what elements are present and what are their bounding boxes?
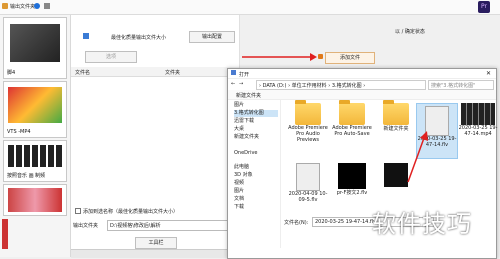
menu-icon[interactable] xyxy=(44,3,50,9)
film-strip-icon xyxy=(8,145,62,167)
film-reel-icon xyxy=(10,24,60,62)
nav-item-selected[interactable]: 3.格式转化图 xyxy=(234,110,278,117)
nav-item-onedrive[interactable]: OneDrive xyxy=(234,150,258,157)
file-name: Adobe Premiere Pro Auto-Save xyxy=(332,125,372,137)
file-name: 2020-04-09 10-09-5.flv xyxy=(288,191,328,203)
quality-icon xyxy=(83,33,89,39)
refresh-icon[interactable] xyxy=(34,3,40,9)
search-placeholder: 搜索"3.格式转化图" xyxy=(431,83,476,89)
file-item[interactable]: 2020-03-25 19-47-14.mp4 xyxy=(458,103,498,137)
address-row: ← → › DATA (D:) › 单位工作用材料 › 3.格式转化图 › 搜索… xyxy=(228,79,496,90)
file-item[interactable]: 2020-04-09 10-09-5.flv xyxy=(288,163,328,203)
toolbar-button[interactable]: 工具栏 xyxy=(135,237,177,249)
nav-item[interactable]: 下载 xyxy=(234,204,244,211)
right-panel-header: 以 / 确定状态 xyxy=(395,29,425,35)
main-panel: 最佳化质量输出文件大小 输出配置 选项 文件名 文件夹 添加到选名称（最佳化质量… xyxy=(71,15,240,258)
checkbox-label: 添加到选名称（最佳化质量输出文件大小） xyxy=(83,209,179,215)
dialog-title: 打开 xyxy=(239,72,250,78)
output-folder-label: 输出文件夹 xyxy=(73,223,99,229)
file-list-header: 文件名 文件夹 xyxy=(71,67,239,77)
file-name: pr-F按文2.flv xyxy=(336,190,368,196)
file-item[interactable]: 新建文件夹 xyxy=(376,100,416,132)
photo-collage-image xyxy=(8,188,62,212)
arrow-annotation-icon xyxy=(407,131,428,183)
file-item[interactable]: Adobe Premiere Pro Audio Previews xyxy=(288,100,328,143)
col-folder[interactable]: 文件夹 xyxy=(165,69,180,76)
output-path-value: D:\视频格\修改后\解析 xyxy=(110,223,161,229)
file-name: Adobe Premiere Pro Audio Previews xyxy=(288,125,328,143)
output-folder-label[interactable]: 输出文件夹 xyxy=(10,3,35,10)
file-item[interactable]: Adobe Premiere Pro Auto-Save xyxy=(332,100,372,137)
close-icon[interactable]: ✕ xyxy=(486,70,491,77)
add-file-button[interactable]: 添加文件 xyxy=(325,52,375,64)
folder-icon xyxy=(339,100,365,125)
side-marker-icon xyxy=(2,219,8,249)
address-bar[interactable]: › DATA (D:) › 单位工作用材料 › 3.格式转化图 › xyxy=(256,80,426,90)
nav-item[interactable]: 3D 对象 xyxy=(234,172,253,179)
flv-file-icon xyxy=(296,163,320,191)
folder-icon xyxy=(295,100,321,125)
nav-item[interactable]: 新建文件夹 xyxy=(234,134,259,141)
nav-item[interactable]: 视频 xyxy=(234,180,244,187)
top-toolbar: 输出文件夹 Pr xyxy=(0,0,500,15)
file-list[interactable] xyxy=(71,77,239,207)
tile-caption: VTS -MP4 xyxy=(7,129,31,135)
nav-item[interactable]: 图片 xyxy=(234,188,244,195)
filename-label: 文件名(N): xyxy=(284,220,309,226)
tile-caption: 按照音乐 画 制频 xyxy=(7,173,46,179)
premiere-app-icon[interactable]: Pr xyxy=(478,1,490,13)
tile-photos[interactable] xyxy=(3,184,67,216)
dialog-app-icon xyxy=(231,70,236,75)
search-input[interactable]: 搜索"3.格式转化图" xyxy=(428,80,494,90)
quality-label: 最佳化质量输出文件大小 xyxy=(111,35,167,41)
nav-item-this-pc[interactable]: 此电脑 xyxy=(234,164,249,171)
file-name: 2020-03-25 19-47-14.mp4 xyxy=(458,125,498,137)
nav-item[interactable]: 文档 xyxy=(234,196,244,203)
tile-vts-mp4[interactable]: VTS -MP4 xyxy=(3,81,67,138)
checkbox[interactable] xyxy=(75,208,81,214)
add-file-icon xyxy=(318,54,323,59)
video-thumbnail-icon xyxy=(461,103,495,125)
media-icons-image xyxy=(8,87,62,123)
back-icon[interactable]: ← xyxy=(231,81,235,87)
tile-mp4-convert[interactable]: 脚4 xyxy=(3,17,67,79)
app-logo-icon xyxy=(2,3,8,9)
output-config-button[interactable]: 输出配置 xyxy=(189,31,235,43)
output-path-field[interactable]: D:\视频格\修改后\解析 xyxy=(107,220,237,231)
forward-icon[interactable]: → xyxy=(239,81,243,87)
nav-item[interactable]: 图片 xyxy=(234,102,244,109)
sidebar: 脚4 VTS -MP4 按照音乐 画 制频 xyxy=(0,15,71,257)
nav-pane: 图片 3.格式转化图 迅雷下载 大桌 新建文件夹 OneDrive 此电脑 3D… xyxy=(228,100,281,248)
col-filename[interactable]: 文件名 xyxy=(75,69,90,76)
watermark-text: 软件技巧 xyxy=(372,210,472,238)
breadcrumb: › DATA (D:) › 单位工作用材料 › 3.格式转化图 › xyxy=(259,83,366,89)
video-thumbnail-icon xyxy=(338,163,366,189)
filename-value: 2020-03-25 19-47-14.flv xyxy=(315,219,377,225)
command-bar: 新建文件夹 xyxy=(228,90,496,100)
dialog-titlebar: 打开 ✕ xyxy=(228,69,496,79)
tile-caption: 脚4 xyxy=(7,70,16,76)
arrow-annotation-icon xyxy=(242,53,317,61)
folder-icon xyxy=(383,100,409,125)
nav-item[interactable]: 大桌 xyxy=(234,126,244,133)
new-folder-button[interactable]: 新建文件夹 xyxy=(236,92,261,99)
tile-music-video[interactable]: 按照音乐 画 制频 xyxy=(3,140,67,182)
nav-item[interactable]: 迅雷下载 xyxy=(234,118,254,125)
options-button[interactable]: 选项 xyxy=(85,51,137,63)
file-item[interactable]: pr-F按文2.flv xyxy=(332,163,372,196)
